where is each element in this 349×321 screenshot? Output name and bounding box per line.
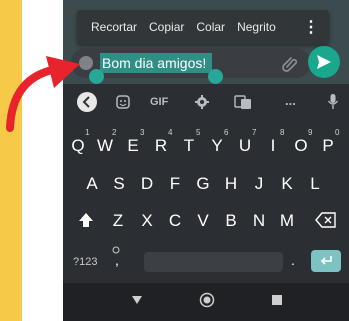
key-y[interactable]: Y: [205, 136, 229, 156]
key-n[interactable]: N: [247, 211, 271, 231]
system-nav-bar: [63, 283, 349, 321]
key-r[interactable]: R: [149, 136, 173, 156]
more-options-icon[interactable]: ⋮: [303, 17, 319, 37]
key-v[interactable]: V: [191, 211, 215, 231]
key-c[interactable]: C: [163, 211, 187, 231]
nav-back-icon[interactable]: [131, 295, 143, 305]
menu-bold[interactable]: Negrito: [231, 20, 282, 34]
key-d[interactable]: D: [135, 174, 159, 194]
nav-home-icon[interactable]: [199, 292, 215, 308]
key-p[interactable]: P: [316, 136, 340, 156]
more-tools-button[interactable]: ...: [285, 93, 296, 108]
menu-copy[interactable]: Copiar: [143, 20, 190, 34]
sticker-icon[interactable]: [115, 94, 131, 110]
key-j[interactable]: J: [247, 174, 271, 194]
send-button[interactable]: [308, 46, 340, 78]
key-o[interactable]: O: [289, 136, 313, 156]
message-text[interactable]: Bom dia amigos!: [102, 54, 206, 72]
backspace-icon[interactable]: [315, 212, 337, 228]
gif-button[interactable]: GIF: [150, 96, 168, 108]
key-h[interactable]: H: [219, 174, 243, 194]
red-pointer-arrow-icon: [6, 56, 80, 132]
paperclip-icon[interactable]: [281, 55, 299, 73]
settings-icon[interactable]: [194, 94, 210, 110]
key-s[interactable]: S: [107, 174, 131, 194]
text-selection-menu: Recortar Copiar Colar Negrito ⋮: [77, 10, 329, 44]
space-key[interactable]: [144, 252, 283, 272]
key-l[interactable]: L: [303, 174, 327, 194]
key-f[interactable]: F: [163, 174, 187, 194]
phone-screen: Recortar Copiar Colar Negrito ⋮ Bom dia …: [63, 0, 349, 321]
menu-cut[interactable]: Recortar: [77, 20, 143, 34]
enter-icon: [320, 256, 332, 265]
symbols-key[interactable]: ?123: [73, 256, 97, 268]
key-t[interactable]: T: [177, 136, 201, 156]
enter-key[interactable]: [311, 250, 341, 272]
translate-icon[interactable]: [234, 94, 252, 110]
key-g[interactable]: G: [191, 174, 215, 194]
menu-paste[interactable]: Colar: [190, 20, 231, 34]
key-a[interactable]: A: [80, 174, 104, 194]
key-i[interactable]: I: [261, 136, 285, 156]
comma-key[interactable]: ,: [115, 252, 119, 268]
selection-end-handle[interactable]: [208, 69, 223, 84]
key-w[interactable]: W: [93, 136, 117, 156]
key-z[interactable]: Z: [106, 211, 130, 231]
shift-icon[interactable]: [77, 211, 95, 229]
nav-recents-icon[interactable]: [272, 295, 282, 305]
key-e[interactable]: E: [121, 136, 145, 156]
yellow-side-bar: [0, 0, 22, 321]
key-b[interactable]: B: [219, 211, 243, 231]
key-m[interactable]: M: [275, 211, 299, 231]
key-x[interactable]: X: [135, 211, 159, 231]
period-key[interactable]: .: [291, 252, 295, 268]
send-icon: [317, 55, 331, 69]
mic-icon[interactable]: [327, 93, 339, 111]
key-u[interactable]: U: [233, 136, 257, 156]
key-k[interactable]: K: [275, 174, 299, 194]
